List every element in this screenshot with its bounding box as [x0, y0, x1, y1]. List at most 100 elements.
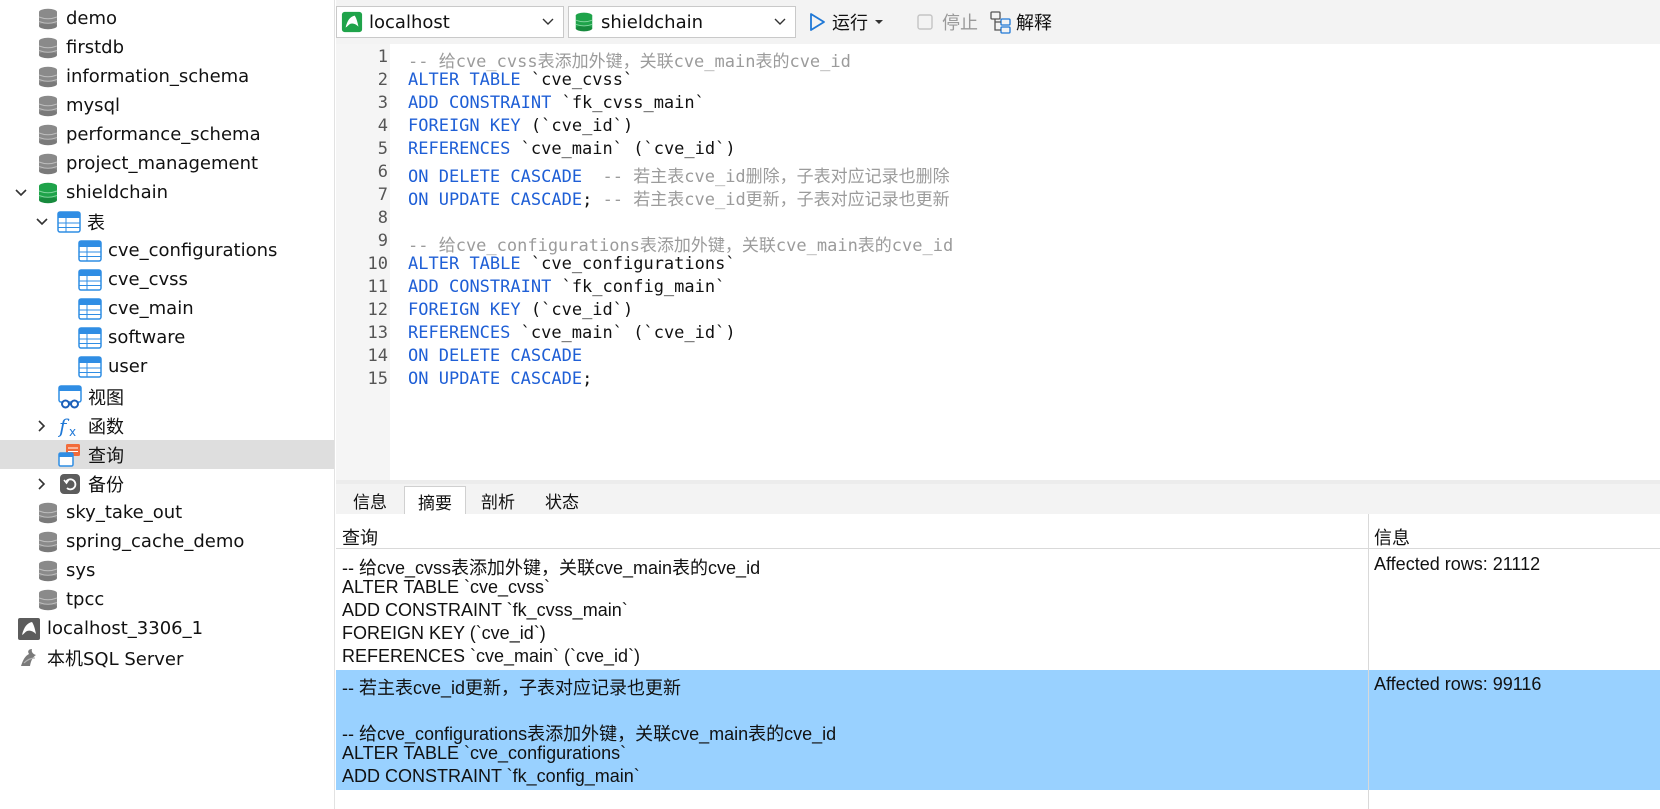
- database-icon: [38, 502, 58, 523]
- play-icon: [810, 13, 825, 31]
- explain-button[interactable]: 解释: [990, 8, 1052, 36]
- code-line[interactable]: ON DELETE CASCADE -- 若主表cve_id删除，子表对应记录也…: [408, 162, 950, 187]
- table-item-cve-cvss[interactable]: cve_cvss: [0, 265, 334, 294]
- table-group-icon: [57, 210, 81, 233]
- tab-profile[interactable]: 剖析: [468, 486, 528, 514]
- tab-summary[interactable]: 摘要: [404, 486, 466, 515]
- database-icon: [38, 37, 58, 58]
- svg-text:x: x: [69, 425, 76, 438]
- line-number: 2: [377, 70, 388, 90]
- code-line[interactable]: ON UPDATE CASCADE; -- 若主表cve_id更新，子表对应记录…: [408, 185, 950, 210]
- sql-keyword: UPDATE: [438, 369, 501, 389]
- sql-comment: -- 若主表cve_id更新，子表对应记录也更新: [602, 190, 950, 210]
- sql-keyword: REFERENCES: [408, 139, 511, 159]
- code-line[interactable]: ALTER TABLE `cve_configurations`: [408, 254, 736, 274]
- column-header-info[interactable]: 信息: [1374, 524, 1410, 550]
- sql-keyword: REFERENCES: [408, 323, 511, 343]
- queries-group[interactable]: 查询: [0, 440, 334, 469]
- database-icon: [38, 66, 58, 87]
- connection-localhost-3306-1[interactable]: localhost_3306_1: [0, 614, 334, 643]
- db-item-performance-schema[interactable]: performance_schema: [0, 120, 334, 149]
- queries-label: 查询: [88, 445, 124, 467]
- sql-keyword: CASCADE: [510, 346, 583, 366]
- chevron-right-icon[interactable]: [35, 477, 49, 491]
- column-divider[interactable]: [1368, 514, 1369, 809]
- table-item-cve-main[interactable]: cve_main: [0, 294, 334, 323]
- column-header-query[interactable]: 查询: [342, 524, 378, 550]
- backup-icon: [60, 473, 80, 494]
- backups-group[interactable]: 备份: [0, 469, 334, 498]
- chevron-down-icon[interactable]: [14, 186, 28, 200]
- connection-select[interactable]: localhost: [336, 6, 564, 38]
- tab-status[interactable]: 状态: [532, 486, 592, 514]
- sql-token: (: [530, 300, 542, 320]
- code-line[interactable]: ALTER TABLE `cve_cvss`: [408, 70, 633, 90]
- db-item-sky-take-out[interactable]: sky_take_out: [0, 498, 334, 527]
- db-item-sys[interactable]: sys: [0, 556, 334, 585]
- sql-comment: -- 给cve_cvss表添加外键，关联cve_main表的cve_id: [408, 52, 851, 72]
- view-icon: [58, 384, 82, 408]
- db-label: mysql: [66, 95, 120, 116]
- sql-token: `cve_configurations`: [530, 254, 736, 274]
- database-select[interactable]: shieldchain: [568, 6, 796, 38]
- table-row[interactable]: -- 给cve_cvss表添加外键，关联cve_main表的cve_id ALT…: [336, 550, 1660, 670]
- sql-token: ): [623, 116, 634, 136]
- run-label: 运行: [832, 13, 868, 34]
- code-line[interactable]: ON UPDATE CASCADE;: [408, 369, 592, 389]
- db-label: demo: [66, 8, 118, 29]
- db-item-shieldchain[interactable]: shieldchain: [0, 178, 334, 207]
- code-line[interactable]: ADD CONSTRAINT `fk_cvss_main`: [408, 93, 705, 113]
- sql-keyword: ON: [408, 190, 429, 210]
- line-number-gutter: 1 2 3 4 5 6 7 8 9 10 11 12 13 14 15: [336, 44, 390, 480]
- db-item-mysql[interactable]: mysql: [0, 91, 334, 120]
- sql-token: `cve_id`: [643, 323, 726, 343]
- code-line[interactable]: -- 给cve_configurations表添加外键，关联cve_main表的…: [408, 231, 953, 256]
- tables-group-label: 表: [87, 212, 105, 234]
- code-line[interactable]: FOREIGN KEY (`cve_id`): [408, 116, 633, 136]
- sql-keyword: ON: [408, 369, 429, 389]
- connection-local-sql-server[interactable]: 本机SQL Server: [0, 643, 334, 672]
- sql-keyword: ADD: [408, 277, 439, 297]
- code-line[interactable]: -- 给cve_cvss表添加外键，关联cve_main表的cve_id: [408, 47, 851, 72]
- table-item-user[interactable]: user: [0, 352, 334, 381]
- query-text-line: ADD CONSTRAINT `fk_config_main`: [342, 766, 640, 786]
- code-line[interactable]: ON DELETE CASCADE: [408, 346, 582, 366]
- db-item-firstdb[interactable]: firstdb: [0, 33, 334, 62]
- line-number: 7: [377, 185, 388, 205]
- sql-keyword: CONSTRAINT: [448, 277, 552, 297]
- sql-editor[interactable]: 1 2 3 4 5 6 7 8 9 10 11 12 13 14 15 -- 给…: [336, 44, 1660, 480]
- run-button[interactable]: 运行: [806, 8, 884, 36]
- table-item-software[interactable]: software: [0, 323, 334, 352]
- functions-group[interactable]: fx 函数: [0, 411, 334, 440]
- database-icon: [38, 589, 58, 610]
- db-item-information-schema[interactable]: information_schema: [0, 62, 334, 91]
- db-item-project-management[interactable]: project_management: [0, 149, 334, 178]
- database-icon: [38, 153, 58, 174]
- tables-group[interactable]: 表: [0, 207, 334, 236]
- db-item-tpcc[interactable]: tpcc: [0, 585, 334, 614]
- stop-button[interactable]: 停止: [916, 8, 978, 36]
- line-number: 5: [377, 139, 388, 159]
- table-row-selected[interactable]: -- 若主表cve_id更新，子表对应记录也更新 -- 给cve_configu…: [336, 670, 1660, 790]
- views-group[interactable]: 视图: [0, 382, 334, 411]
- code-line[interactable]: REFERENCES `cve_main` (`cve_id`): [408, 139, 736, 159]
- code-line[interactable]: REFERENCES `cve_main` (`cve_id`): [408, 323, 736, 343]
- tab-info[interactable]: 信息: [340, 486, 400, 514]
- chevron-right-icon[interactable]: [35, 419, 49, 433]
- code-line[interactable]: FOREIGN KEY (`cve_id`): [408, 300, 633, 320]
- db-item-demo[interactable]: demo: [0, 4, 334, 33]
- query-icon: [58, 443, 80, 467]
- db-item-spring-cache-demo[interactable]: spring_cache_demo: [0, 527, 334, 556]
- chevron-down-icon[interactable]: [35, 215, 49, 229]
- table-item-cve-configurations[interactable]: cve_configurations: [0, 236, 334, 265]
- caret-down-icon[interactable]: [874, 17, 884, 27]
- code-line[interactable]: ADD CONSTRAINT `fk_config_main`: [408, 277, 725, 297]
